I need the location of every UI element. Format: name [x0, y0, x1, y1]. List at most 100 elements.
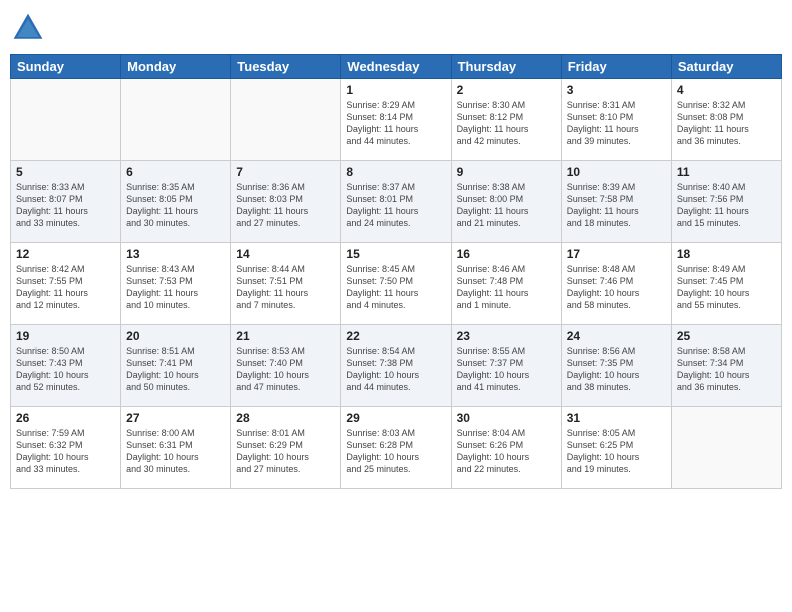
day-number: 8 — [346, 165, 445, 179]
calendar-cell: 1Sunrise: 8:29 AM Sunset: 8:14 PM Daylig… — [341, 79, 451, 161]
calendar-cell: 13Sunrise: 8:43 AM Sunset: 7:53 PM Dayli… — [121, 243, 231, 325]
day-number: 11 — [677, 165, 776, 179]
calendar-header-sunday: Sunday — [11, 55, 121, 79]
page: SundayMondayTuesdayWednesdayThursdayFrid… — [0, 0, 792, 612]
day-number: 30 — [457, 411, 556, 425]
day-number: 20 — [126, 329, 225, 343]
day-number: 31 — [567, 411, 666, 425]
calendar: SundayMondayTuesdayWednesdayThursdayFrid… — [10, 54, 782, 489]
day-info: Sunrise: 8:37 AM Sunset: 8:01 PM Dayligh… — [346, 181, 445, 230]
calendar-cell: 27Sunrise: 8:00 AM Sunset: 6:31 PM Dayli… — [121, 407, 231, 489]
day-number: 12 — [16, 247, 115, 261]
calendar-week-1: 1Sunrise: 8:29 AM Sunset: 8:14 PM Daylig… — [11, 79, 782, 161]
day-info: Sunrise: 8:40 AM Sunset: 7:56 PM Dayligh… — [677, 181, 776, 230]
day-info: Sunrise: 8:01 AM Sunset: 6:29 PM Dayligh… — [236, 427, 335, 476]
day-number: 15 — [346, 247, 445, 261]
calendar-header-friday: Friday — [561, 55, 671, 79]
day-number: 10 — [567, 165, 666, 179]
calendar-cell: 8 Sunrise: 8:37 AM Sunset: 8:01 PM Daylig… — [341, 161, 451, 243]
day-number: 29 — [346, 411, 445, 425]
day-info: Sunrise: 8:39 AM Sunset: 7:58 PM Dayligh… — [567, 181, 666, 230]
day-info: Sunrise: 8:46 AM Sunset: 7:48 PM Dayligh… — [457, 263, 556, 312]
day-number: 6 — [126, 165, 225, 179]
day-number: 1 — [346, 83, 445, 97]
calendar-cell: 18 Sunrise: 8:49 AM Sunset: 7:45 PM Dayli… — [671, 243, 781, 325]
calendar-cell: 29 Sunrise: 8:03 AM Sunset: 6:28 PM Dayli… — [341, 407, 451, 489]
calendar-week-2: 5 Sunrise: 8:33 AM Sunset: 8:07 PM Daylig… — [11, 161, 782, 243]
calendar-header-monday: Monday — [121, 55, 231, 79]
day-info: Sunrise: 8:33 AM Sunset: 8:07 PM Dayligh… — [16, 181, 115, 230]
day-info: Sunrise: 8:30 AM Sunset: 8:12 PM Dayligh… — [457, 99, 556, 148]
calendar-cell — [11, 79, 121, 161]
day-number: 17 — [567, 247, 666, 261]
calendar-cell: 11 Sunrise: 8:40 AM Sunset: 7:56 PM Dayli… — [671, 161, 781, 243]
day-number: 26 — [16, 411, 115, 425]
day-info: Sunrise: 8:32 AM Sunset: 8:08 PM Dayligh… — [677, 99, 776, 148]
day-info: Sunrise: 8:03 AM Sunset: 6:28 PM Dayligh… — [346, 427, 445, 476]
day-number: 24 — [567, 329, 666, 343]
day-info: Sunrise: 8:49 AM Sunset: 7:45 PM Dayligh… — [677, 263, 776, 312]
calendar-cell: 30 Sunrise: 8:04 AM Sunset: 6:26 PM Dayli… — [451, 407, 561, 489]
calendar-cell: 4 Sunrise: 8:32 AM Sunset: 8:08 PM Daylig… — [671, 79, 781, 161]
calendar-cell: 15Sunrise: 8:45 AM Sunset: 7:50 PM Dayli… — [341, 243, 451, 325]
calendar-header-row: SundayMondayTuesdayWednesdayThursdayFrid… — [11, 55, 782, 79]
calendar-cell: 7 Sunrise: 8:36 AM Sunset: 8:03 PM Daylig… — [231, 161, 341, 243]
calendar-cell: 23Sunrise: 8:55 AM Sunset: 7:37 PM Dayli… — [451, 325, 561, 407]
calendar-cell: 17 Sunrise: 8:48 AM Sunset: 7:46 PM Dayli… — [561, 243, 671, 325]
calendar-header-tuesday: Tuesday — [231, 55, 341, 79]
day-number: 13 — [126, 247, 225, 261]
day-number: 3 — [567, 83, 666, 97]
calendar-header-thursday: Thursday — [451, 55, 561, 79]
calendar-cell: 31 Sunrise: 8:05 AM Sunset: 6:25 PM Dayli… — [561, 407, 671, 489]
calendar-cell: 22 Sunrise: 8:54 AM Sunset: 7:38 PM Dayli… — [341, 325, 451, 407]
calendar-week-3: 12Sunrise: 8:42 AM Sunset: 7:55 PM Dayli… — [11, 243, 782, 325]
day-number: 5 — [16, 165, 115, 179]
day-info: Sunrise: 8:48 AM Sunset: 7:46 PM Dayligh… — [567, 263, 666, 312]
header — [10, 10, 782, 46]
calendar-cell — [231, 79, 341, 161]
day-info: Sunrise: 8:04 AM Sunset: 6:26 PM Dayligh… — [457, 427, 556, 476]
day-number: 14 — [236, 247, 335, 261]
day-info: Sunrise: 8:55 AM Sunset: 7:37 PM Dayligh… — [457, 345, 556, 394]
day-info: Sunrise: 8:05 AM Sunset: 6:25 PM Dayligh… — [567, 427, 666, 476]
day-number: 18 — [677, 247, 776, 261]
calendar-cell: 3 Sunrise: 8:31 AM Sunset: 8:10 PM Daylig… — [561, 79, 671, 161]
calendar-cell — [671, 407, 781, 489]
day-number: 25 — [677, 329, 776, 343]
day-number: 16 — [457, 247, 556, 261]
calendar-cell: 20Sunrise: 8:51 AM Sunset: 7:41 PM Dayli… — [121, 325, 231, 407]
day-number: 28 — [236, 411, 335, 425]
calendar-header-wednesday: Wednesday — [341, 55, 451, 79]
day-number: 22 — [346, 329, 445, 343]
day-info: Sunrise: 8:31 AM Sunset: 8:10 PM Dayligh… — [567, 99, 666, 148]
day-info: Sunrise: 8:38 AM Sunset: 8:00 PM Dayligh… — [457, 181, 556, 230]
calendar-cell: 19Sunrise: 8:50 AM Sunset: 7:43 PM Dayli… — [11, 325, 121, 407]
day-info: Sunrise: 8:56 AM Sunset: 7:35 PM Dayligh… — [567, 345, 666, 394]
calendar-cell: 21 Sunrise: 8:53 AM Sunset: 7:40 PM Dayli… — [231, 325, 341, 407]
calendar-cell: 6Sunrise: 8:35 AM Sunset: 8:05 PM Daylig… — [121, 161, 231, 243]
calendar-cell: 24 Sunrise: 8:56 AM Sunset: 7:35 PM Dayli… — [561, 325, 671, 407]
calendar-cell: 10 Sunrise: 8:39 AM Sunset: 7:58 PM Dayli… — [561, 161, 671, 243]
day-number: 4 — [677, 83, 776, 97]
calendar-week-4: 19Sunrise: 8:50 AM Sunset: 7:43 PM Dayli… — [11, 325, 782, 407]
day-number: 21 — [236, 329, 335, 343]
calendar-cell: 16 Sunrise: 8:46 AM Sunset: 7:48 PM Dayli… — [451, 243, 561, 325]
calendar-cell: 28 Sunrise: 8:01 AM Sunset: 6:29 PM Dayli… — [231, 407, 341, 489]
calendar-cell: 9 Sunrise: 8:38 AM Sunset: 8:00 PM Daylig… — [451, 161, 561, 243]
day-number: 2 — [457, 83, 556, 97]
day-info: Sunrise: 8:53 AM Sunset: 7:40 PM Dayligh… — [236, 345, 335, 394]
day-number: 19 — [16, 329, 115, 343]
calendar-header-saturday: Saturday — [671, 55, 781, 79]
logo-icon — [10, 10, 46, 46]
day-info: Sunrise: 8:54 AM Sunset: 7:38 PM Dayligh… — [346, 345, 445, 394]
day-info: Sunrise: 8:36 AM Sunset: 8:03 PM Dayligh… — [236, 181, 335, 230]
day-number: 7 — [236, 165, 335, 179]
day-number: 9 — [457, 165, 556, 179]
day-info: Sunrise: 8:44 AM Sunset: 7:51 PM Dayligh… — [236, 263, 335, 312]
calendar-cell: 25 Sunrise: 8:58 AM Sunset: 7:34 PM Dayli… — [671, 325, 781, 407]
calendar-cell: 14 Sunrise: 8:44 AM Sunset: 7:51 PM Dayli… — [231, 243, 341, 325]
calendar-cell: 26Sunrise: 7:59 AM Sunset: 6:32 PM Dayli… — [11, 407, 121, 489]
day-info: Sunrise: 8:58 AM Sunset: 7:34 PM Dayligh… — [677, 345, 776, 394]
day-number: 27 — [126, 411, 225, 425]
calendar-cell — [121, 79, 231, 161]
